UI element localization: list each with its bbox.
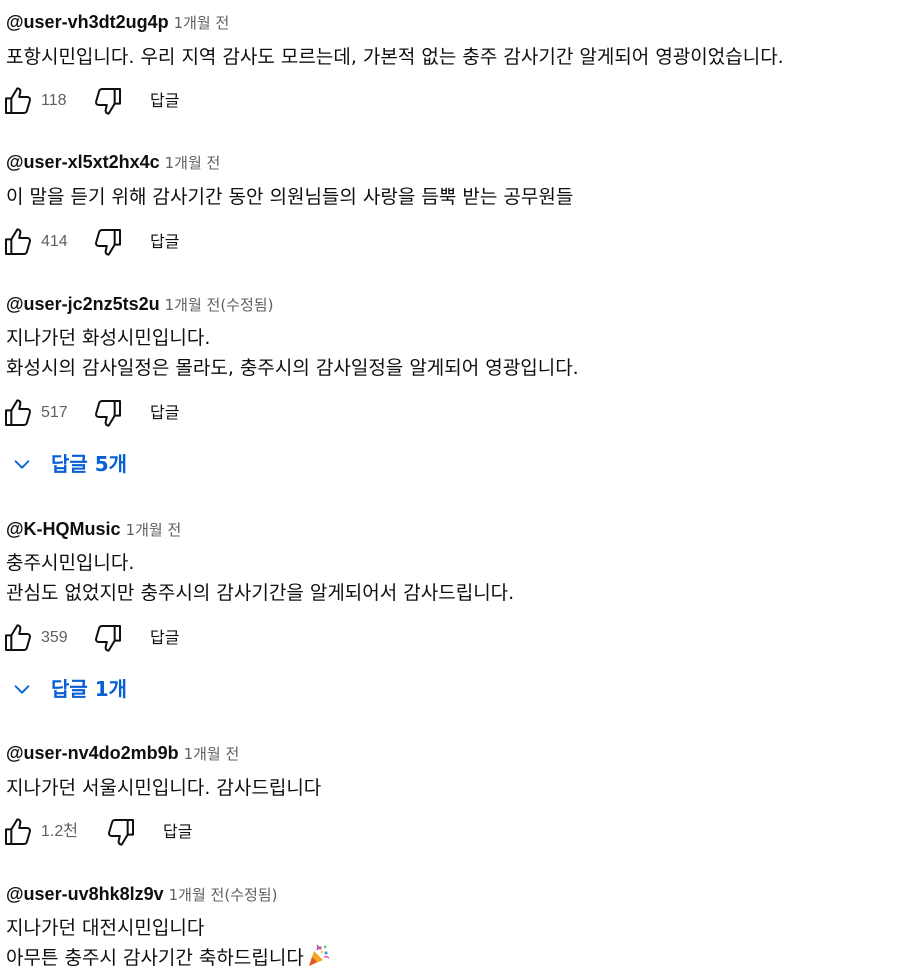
comment-header: @user-xl5xt2hx4c 1개월 전 [6,150,220,174]
comment-time[interactable]: 1개월 전 [126,521,182,539]
dislike-button[interactable] [92,622,124,654]
comment-time[interactable]: 1개월 전 [165,154,221,172]
like-count: 118 [41,92,67,109]
like-button[interactable] [2,816,34,848]
comment-author[interactable]: @user-xl5xt2hx4c [6,152,160,172]
thumbs-down-icon [95,229,121,256]
comment-header: @user-uv8hk8lz9v 1개월 전(수정됨) [6,882,277,906]
dislike-button[interactable] [92,226,124,258]
comment-text: 지나가던 대전시민입니다 아무튼 충주시 감사기간 축하드립니다 [6,913,330,973]
like-button[interactable] [2,226,34,258]
dislike-button[interactable] [92,397,124,429]
comment-header: @user-vh3dt2ug4p 1개월 전 [6,10,229,34]
comment-text: 지나가던 서울시민입니다. 감사드립니다 [6,773,321,803]
view-replies-label: 답글 1개 [51,677,128,701]
comment-text: 포항시민입니다. 우리 지역 감사도 모르는데, 가본적 없는 충주 감사기간 … [6,42,784,72]
reply-button[interactable]: 답글 [163,812,192,852]
comment-time[interactable]: 1개월 전(수정됨) [165,296,274,314]
comment-text-line: 지나가던 화성시민입니다. [6,327,211,349]
like-button[interactable] [2,397,34,429]
like-button[interactable] [2,85,34,117]
like-count: 414 [41,233,68,250]
like-count: 359 [41,629,68,646]
thumbs-down-icon [108,819,134,846]
comment-actions: 414 답글 [0,222,400,262]
comment-actions: 359 답글 [0,618,400,658]
like-count: 517 [41,404,68,421]
comment-text-line-content: 아무튼 충주시 감사기간 축하드립니다 [6,947,304,969]
comment-text: 지나가던 화성시민입니다. 화성시의 감사일정은 몰라도, 충주시의 감사일정을… [6,323,579,383]
dislike-button[interactable] [105,816,137,848]
comment-time[interactable]: 1개월 전 [184,745,240,763]
comment-text-line: 아무튼 충주시 감사기간 축하드립니다 [6,943,330,973]
comment-text-line: 이 말을 듣기 위해 감사기간 동안 의원님들의 사랑을 듬뿍 받는 공무원들 [6,186,574,208]
comment-time[interactable]: 1개월 전(수정됨) [169,886,278,904]
view-replies-button[interactable]: 답글 5개 [0,444,200,484]
dislike-button[interactable] [92,85,124,117]
thumbs-down-icon [95,625,121,652]
like-button[interactable] [2,622,34,654]
like-count: 1.2천 [41,823,78,840]
thumbs-up-icon [5,818,31,845]
reply-button[interactable]: 답글 [150,393,179,433]
comment-text-line: 포항시민입니다. 우리 지역 감사도 모르는데, 가본적 없는 충주 감사기간 … [6,46,784,68]
comment-author[interactable]: @user-vh3dt2ug4p [6,12,169,32]
thumbs-down-icon [95,400,121,427]
thumbs-up-icon [5,399,31,426]
view-replies-label: 답글 5개 [51,452,128,476]
comment-text-line: 화성시의 감사일정은 몰라도, 충주시의 감사일정을 알게되어 영광입니다. [6,357,579,379]
comment-text: 이 말을 듣기 위해 감사기간 동안 의원님들의 사랑을 듬뿍 받는 공무원들 [6,182,573,212]
comment-author[interactable]: @user-nv4do2mb9b [6,743,179,763]
comment-text-line: 지나가던 대전시민입니다 [6,917,205,939]
reply-button[interactable]: 답글 [150,222,179,262]
comment-header: @user-nv4do2mb9b 1개월 전 [6,741,239,765]
comment-text-line: 관심도 없었지만 충주시의 감사기간을 알게되어서 감사드립니다. [6,582,515,604]
comment-text-line: 충주시민입니다. [6,552,135,574]
reply-button[interactable]: 답글 [150,81,179,121]
thumbs-down-icon [95,88,121,115]
comment-time[interactable]: 1개월 전 [174,14,230,32]
comment-header: @K-HQMusic 1개월 전 [6,517,181,541]
reply-button[interactable]: 답글 [150,618,179,658]
thumbs-up-icon [5,228,31,255]
comment-actions: 118 답글 [0,81,400,121]
comment-author[interactable]: @user-uv8hk8lz9v [6,884,164,904]
comment-header: @user-jc2nz5ts2u 1개월 전(수정됨) [6,292,273,316]
comment-author[interactable]: @user-jc2nz5ts2u [6,294,160,314]
comment-text-line: 지나가던 서울시민입니다. 감사드립니다 [6,777,322,799]
chevron-down-icon [14,460,30,469]
chevron-down-icon [14,685,30,694]
view-replies-button[interactable]: 답글 1개 [0,669,200,709]
party-popper-icon [306,944,330,968]
thumbs-up-icon [5,87,31,114]
thumbs-up-icon [5,624,31,651]
comment-author[interactable]: @K-HQMusic [6,519,121,539]
comment-actions: 1.2천 답글 [0,812,400,852]
comment-text: 충주시민입니다. 관심도 없었지만 충주시의 감사기간을 알게되어서 감사드립니… [6,548,514,608]
comment-actions: 517 답글 [0,393,400,433]
